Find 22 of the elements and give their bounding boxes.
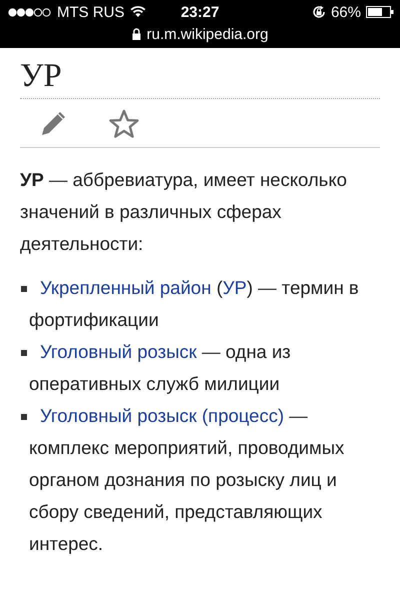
page-title: УР xyxy=(20,48,380,99)
intro-paragraph: УР — аббревиатура, имеет несколько значений в различных сферах деятельности: xyxy=(20,168,348,256)
lock-icon xyxy=(132,28,141,40)
page-address[interactable]: ru.m.wikipedia.org xyxy=(146,26,268,42)
signal-icon xyxy=(8,8,52,16)
battery-icon xyxy=(366,6,394,18)
article-link[interactable]: Укрепленный район xyxy=(40,277,212,298)
carrier-name: MTS RUS xyxy=(57,4,124,20)
bullet-icon xyxy=(21,350,27,356)
article-link[interactable]: УР xyxy=(222,277,247,298)
rotation-lock-icon xyxy=(312,5,326,19)
bullet-icon xyxy=(21,414,27,420)
list-item-text: Уголовный розыск (процесс) — комплекс мероприятий, проводимых органом дознания по розыску лиц и сбору сведений, представляющих интерес. xyxy=(29,404,346,556)
clock-time: 23:27 xyxy=(180,4,220,20)
article-link[interactable]: Уголовный розыск (процесс) xyxy=(40,405,284,426)
wifi-icon xyxy=(130,6,146,18)
battery-percent: 66% xyxy=(330,4,361,20)
star-icon[interactable] xyxy=(108,109,140,139)
list-item-text: Укрепленный район (УР) — термин в фортификации xyxy=(29,276,360,332)
article-link[interactable]: Уголовный розыск xyxy=(40,341,197,362)
bullet-icon xyxy=(21,286,27,292)
list-item-text: Уголовный розыск — одна из оперативных служб милиции xyxy=(29,340,292,396)
